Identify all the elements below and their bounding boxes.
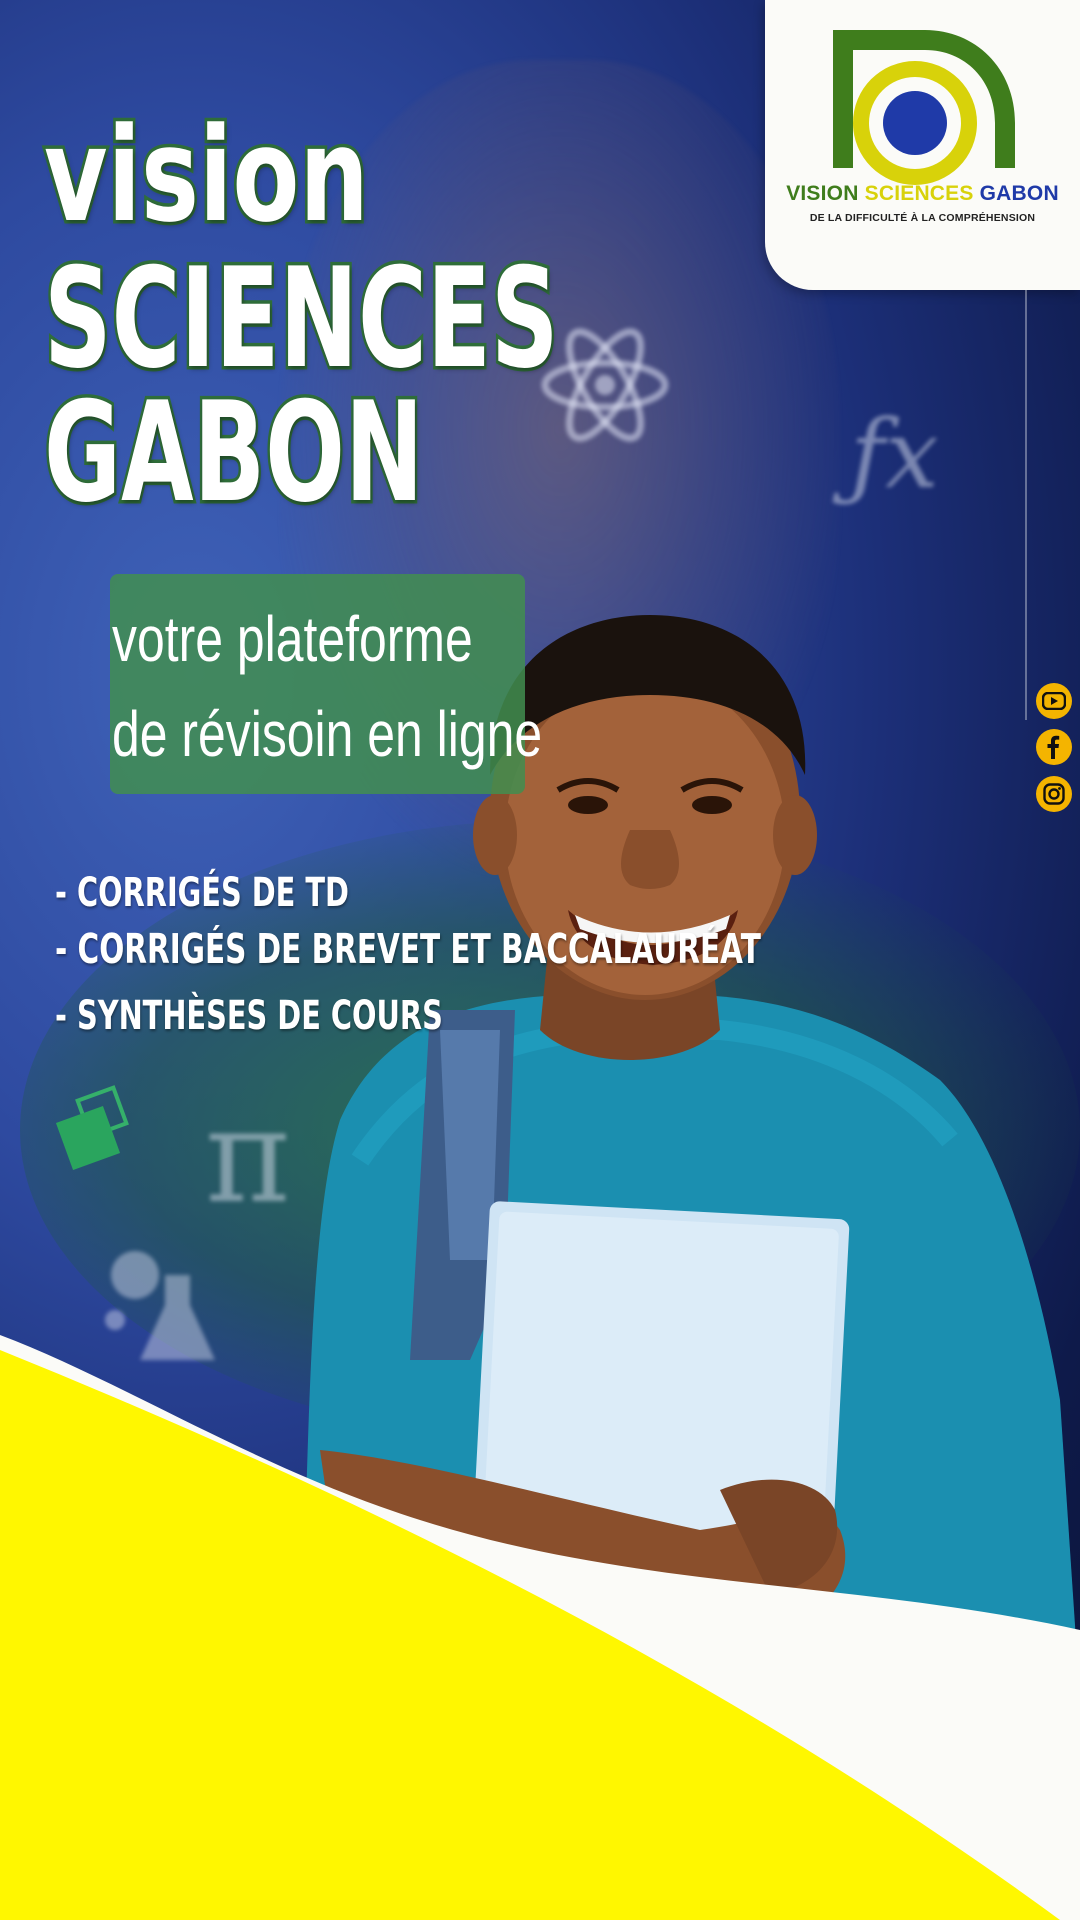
subtitle-line-2: de révisoin en ligne: [112, 698, 543, 770]
subtitle-line-1: votre plateforme: [112, 603, 473, 675]
title-line-1: vision: [41, 99, 371, 251]
decorative-squares-icon: [55, 1085, 129, 1170]
poster: ƒx π VISION SCIENCES GABON DE LA DIFFICU…: [0, 0, 1080, 1920]
youtube-icon[interactable]: [1036, 683, 1072, 719]
title-line-3: GABON: [42, 372, 426, 533]
logo-card: VISION SCIENCES GABON DE LA DIFFICULTÉ À…: [765, 0, 1080, 290]
facebook-icon[interactable]: [1036, 729, 1072, 765]
feature-item: - CORRIGÉS DE BREVET ET BACCALAURÉAT: [55, 925, 761, 973]
title-line-2: SCIENCES: [42, 238, 561, 399]
logo-name-part2: SCIENCES: [864, 182, 974, 205]
logo-name-part1: VISION: [786, 182, 859, 205]
logo-name-part3: GABON: [979, 182, 1059, 205]
instagram-icon[interactable]: [1036, 776, 1072, 812]
logo-mark-icon: [833, 30, 1015, 185]
side-divider: [1025, 290, 1027, 720]
logo-name: VISION SCIENCES GABON: [765, 182, 1080, 206]
subtitle: votre plateforme de révisoin en ligne: [112, 592, 542, 782]
feature-item: - SYNTHÈSES DE COURS: [55, 993, 443, 1039]
feature-item: - CORRIGÉS DE TD: [55, 870, 349, 916]
logo-tagline: DE LA DIFFICULTÉ À LA COMPRÉHENSION: [809, 212, 1036, 224]
